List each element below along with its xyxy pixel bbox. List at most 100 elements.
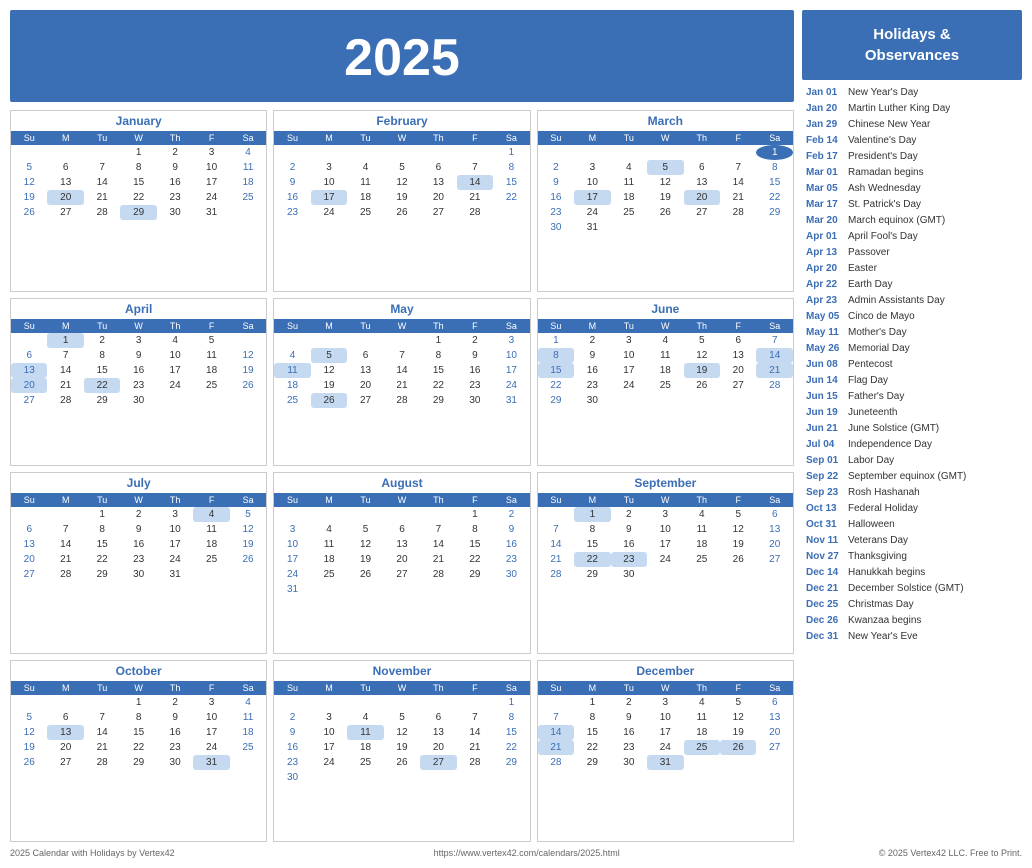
day-header: Sa: [230, 131, 267, 145]
day-header: Su: [274, 493, 310, 507]
calendar-day: 2: [274, 160, 310, 175]
calendar-day: 4: [230, 145, 267, 160]
day-header: Sa: [493, 681, 530, 695]
calendar-day: 31: [193, 205, 229, 220]
calendar-day: 26: [311, 393, 347, 408]
calendar-day: 22: [574, 740, 610, 755]
calendar-day: 25: [647, 378, 683, 393]
calendar-day: 28: [47, 567, 83, 582]
calendar-day: 14: [720, 175, 756, 190]
holiday-item: Feb 14Valentine's Day: [802, 132, 1022, 148]
calendar-day: 7: [756, 333, 793, 348]
calendar-day: 11: [311, 537, 347, 552]
month-title: September: [538, 473, 793, 493]
calendar-day: 6: [756, 507, 793, 522]
calendar-day: [756, 567, 793, 582]
calendar-day: 9: [611, 710, 647, 725]
calendar-day: [311, 582, 347, 597]
calendar-day: [538, 507, 574, 522]
month-block: JanuarySuMTuWThFSa1234567891011121314151…: [10, 110, 267, 292]
calendar-day: 10: [157, 522, 193, 537]
holiday-item: Nov 27Thanksgiving: [802, 548, 1022, 564]
day-header: Sa: [756, 493, 793, 507]
calendar-day: 20: [420, 190, 456, 205]
calendar-day: 29: [493, 755, 530, 770]
calendar-day: 3: [193, 695, 229, 710]
calendar-day: 2: [157, 145, 193, 160]
calendar-day: 25: [230, 190, 267, 205]
calendar-day: 2: [157, 695, 193, 710]
calendar-day: 20: [756, 537, 793, 552]
calendar-day: 19: [720, 537, 756, 552]
holiday-date: Dec 14: [806, 566, 848, 579]
calendar-day: 8: [538, 348, 574, 363]
calendar-day: 15: [120, 175, 156, 190]
calendar-day: 23: [157, 740, 193, 755]
calendar-day: 21: [457, 190, 493, 205]
day-header: F: [457, 131, 493, 145]
holiday-name: September equinox (GMT): [848, 470, 966, 483]
day-header: M: [47, 131, 83, 145]
calendar-day: 21: [538, 740, 574, 755]
calendar-day: 29: [420, 393, 456, 408]
calendar-day: 3: [157, 507, 193, 522]
calendar-day: 3: [311, 710, 347, 725]
calendar-day: [311, 333, 347, 348]
calendar-day: 4: [193, 507, 229, 522]
day-header: M: [47, 493, 83, 507]
calendar-day: 5: [347, 522, 383, 537]
calendar-section: 2025 JanuarySuMTuWThFSa12345678910111213…: [10, 10, 794, 842]
holidays-sidebar: Holidays &Observances Jan 01New Year's D…: [802, 10, 1022, 842]
calendar-day: 5: [384, 710, 420, 725]
calendar-day: [574, 145, 610, 160]
calendar-day: 11: [647, 348, 683, 363]
calendar-day: 8: [574, 710, 610, 725]
calendar-day: 17: [493, 363, 530, 378]
holiday-name: Ramadan begins: [848, 166, 924, 179]
calendar-day: 5: [720, 507, 756, 522]
calendar-day: [11, 695, 47, 710]
calendar-day: 20: [684, 190, 720, 205]
calendar-day: 16: [538, 190, 574, 205]
holiday-date: Mar 20: [806, 214, 848, 227]
calendar-day: 2: [493, 507, 530, 522]
holiday-date: Sep 23: [806, 486, 848, 499]
holidays-list: Jan 01New Year's DayJan 20Martin Luther …: [802, 84, 1022, 842]
calendar-day: 17: [311, 190, 347, 205]
day-header: Tu: [611, 319, 647, 333]
day-header: W: [120, 681, 156, 695]
calendar-day: 21: [756, 363, 793, 378]
calendar-day: 23: [493, 552, 530, 567]
calendar-day: 29: [84, 393, 120, 408]
calendar-day: [384, 695, 420, 710]
calendar-day: 16: [611, 725, 647, 740]
calendar-day: 27: [347, 393, 383, 408]
holiday-name: Veterans Day: [848, 534, 908, 547]
day-header: Su: [274, 681, 310, 695]
calendar-day: 6: [756, 695, 793, 710]
calendar-day: 20: [11, 378, 47, 393]
holiday-item: Dec 14Hanukkah begins: [802, 564, 1022, 580]
day-header: Sa: [756, 319, 793, 333]
day-header: Th: [157, 681, 193, 695]
calendar-day: 24: [157, 378, 193, 393]
calendar-day: 23: [157, 190, 193, 205]
months-grid: JanuarySuMTuWThFSa1234567891011121314151…: [10, 110, 794, 842]
calendar-day: [347, 145, 383, 160]
calendar-day: 5: [230, 507, 267, 522]
holiday-date: Nov 27: [806, 550, 848, 563]
calendar-day: 4: [157, 333, 193, 348]
calendar-day: 22: [493, 740, 530, 755]
holiday-name: June Solstice (GMT): [848, 422, 939, 435]
calendar-day: [274, 695, 310, 710]
calendar-day: 8: [493, 710, 530, 725]
calendar-day: 19: [684, 363, 720, 378]
calendar-day: 27: [756, 552, 793, 567]
calendar-day: 7: [720, 160, 756, 175]
holiday-name: Flag Day: [848, 374, 888, 387]
calendar-day: 28: [420, 567, 456, 582]
calendar-day: 21: [457, 740, 493, 755]
calendar-day: 30: [157, 755, 193, 770]
holiday-item: Jan 20Martin Luther King Day: [802, 100, 1022, 116]
calendar-day: 15: [84, 537, 120, 552]
